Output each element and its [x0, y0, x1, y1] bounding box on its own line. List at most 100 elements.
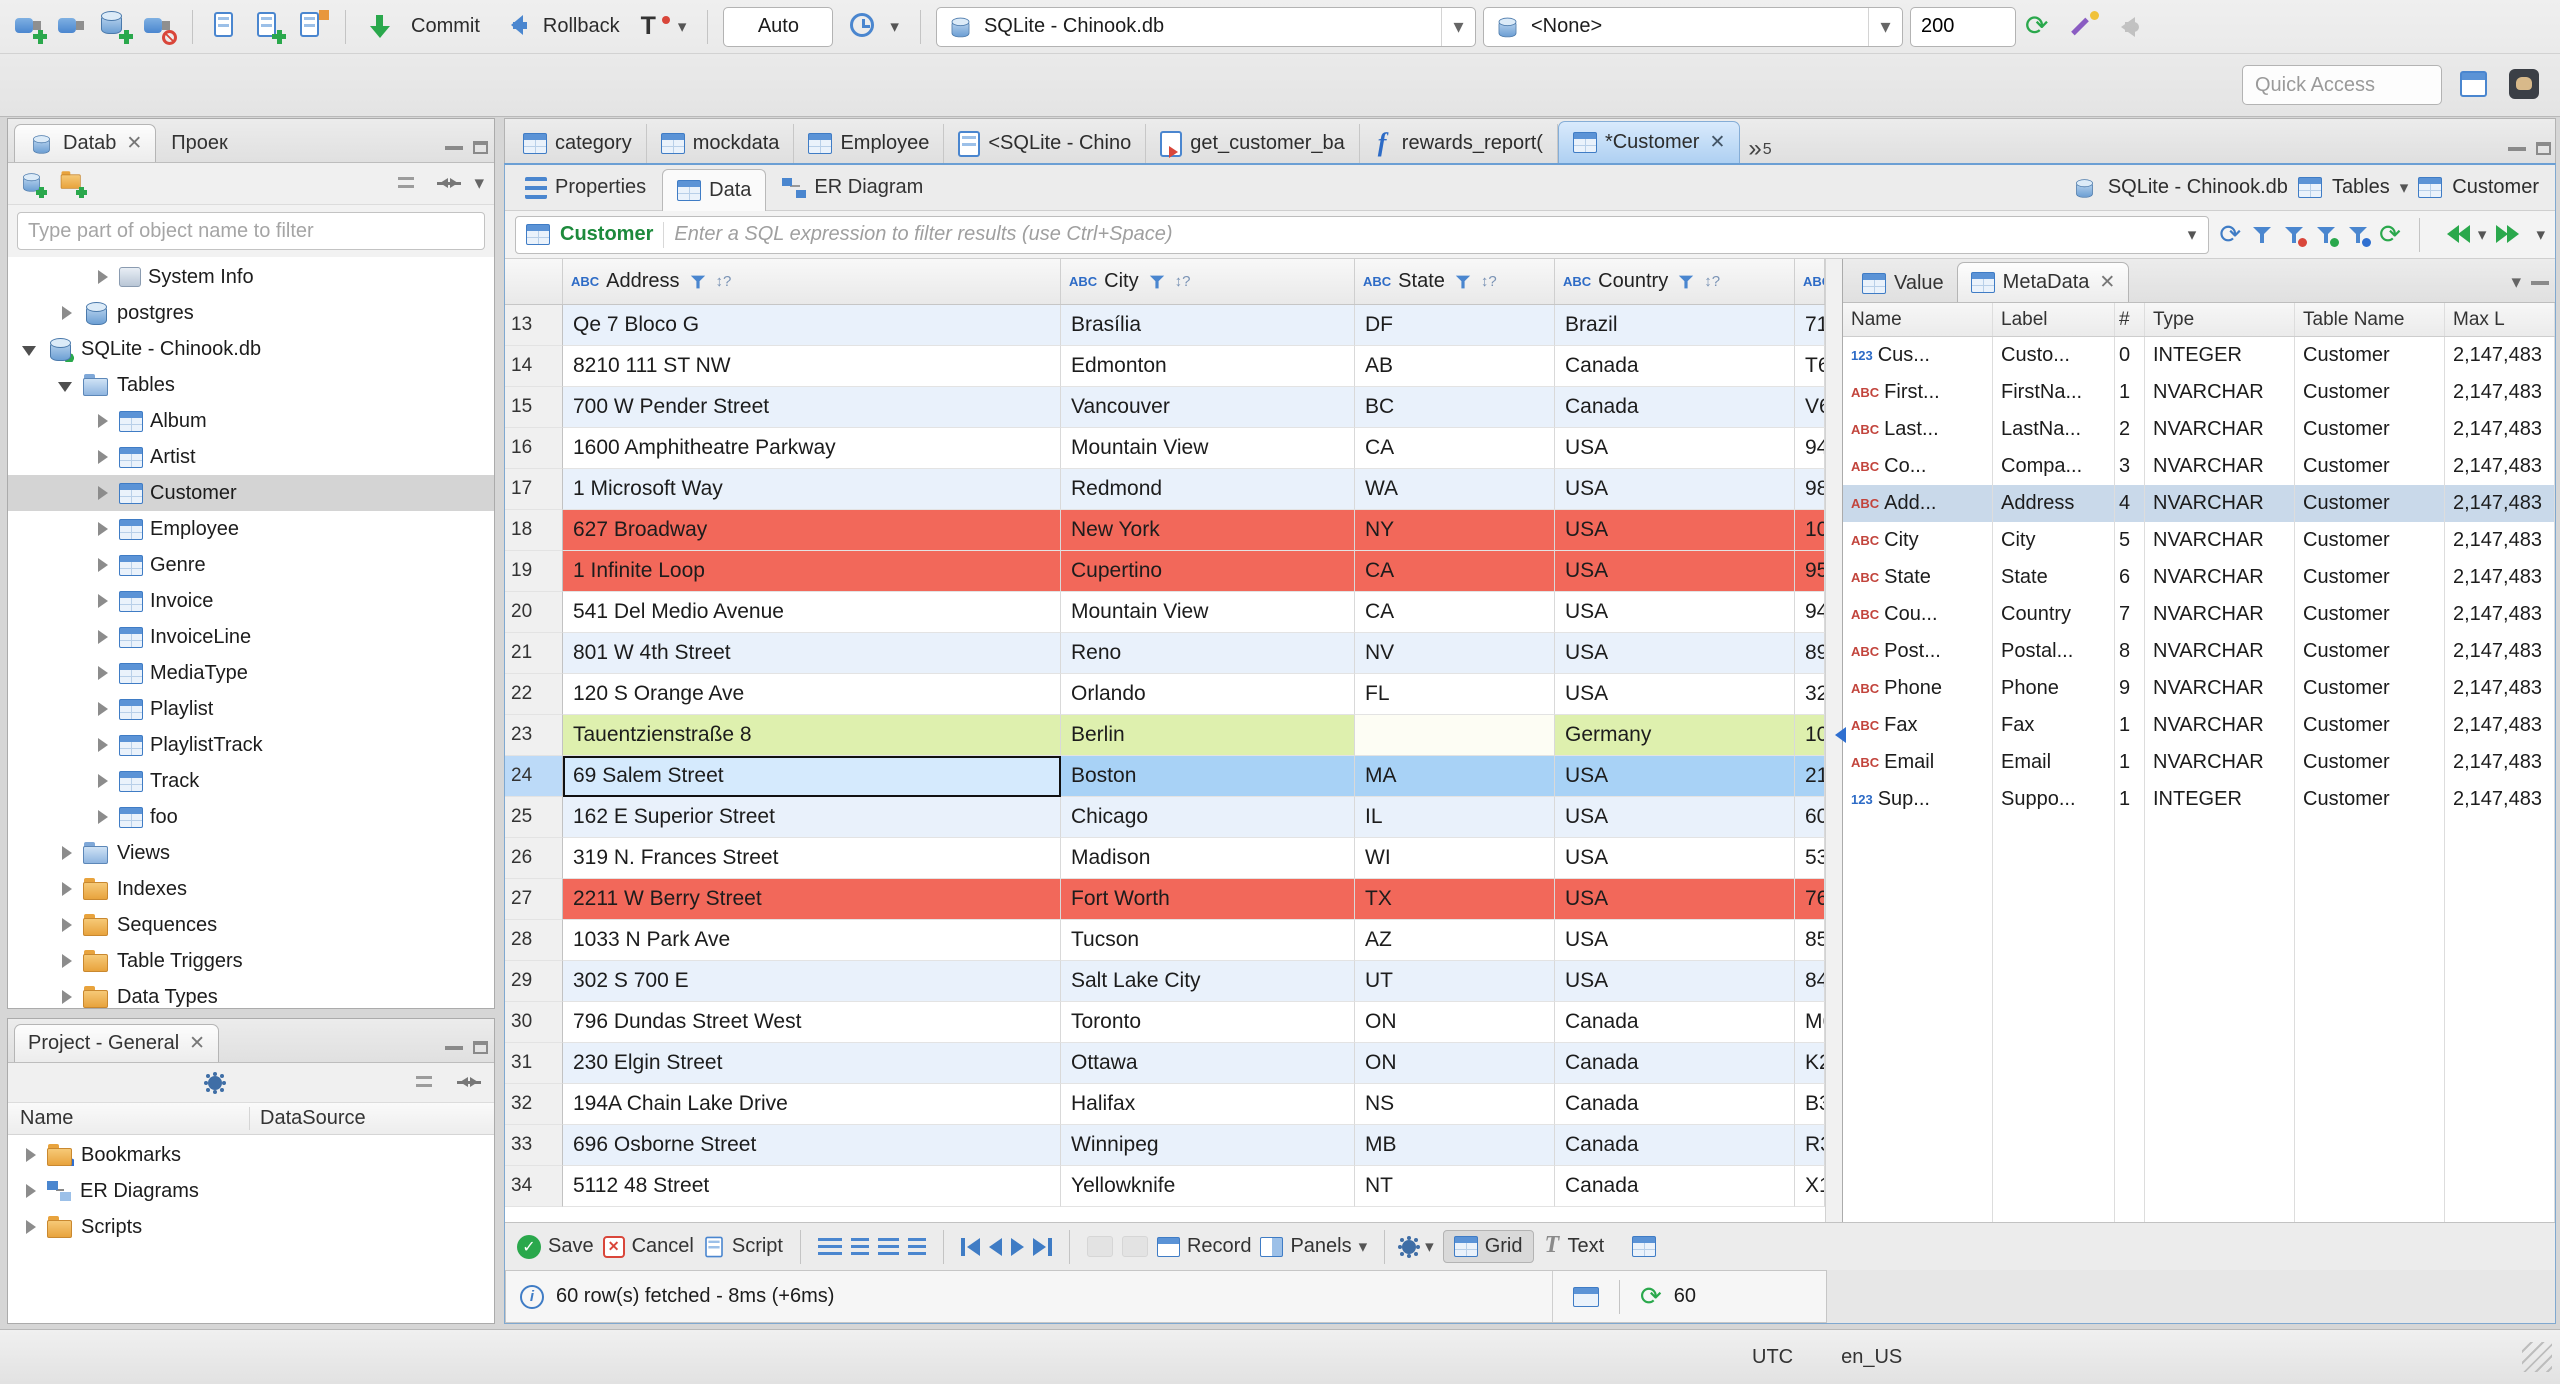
cell-state[interactable]: DF [1355, 305, 1555, 346]
column-header-label[interactable]: Label [1993, 303, 2115, 336]
meta-table-cell[interactable]: Customer [2295, 707, 2445, 744]
tree-item[interactable]: Track [8, 763, 494, 799]
open-perspective-icon[interactable] [2456, 67, 2492, 103]
script-button[interactable]: Script [703, 1234, 783, 1260]
table-row[interactable]: 32 194A Chain Lake Drive Halifax NS Cana… [505, 1084, 1825, 1125]
metadata-row[interactable]: ABC Email Email 1 NVARCHAR Customer 2,14… [1843, 744, 2555, 781]
cell-country[interactable]: USA [1555, 756, 1795, 797]
expander-icon[interactable] [20, 1217, 40, 1237]
cell-state[interactable]: CA [1355, 592, 1555, 633]
save-button[interactable]: ✓ Save [517, 1234, 594, 1259]
table-row[interactable]: 18 627 Broadway New York NY USA 10 [505, 510, 1825, 551]
row-number[interactable]: 14 [505, 346, 563, 387]
row-number[interactable]: 15 [505, 387, 563, 428]
minimize-icon[interactable] [445, 145, 463, 150]
cell-country[interactable]: USA [1555, 592, 1795, 633]
cell-country[interactable]: USA [1555, 633, 1795, 674]
metadata-row[interactable]: ABC Post... Postal... 8 NVARCHAR Custome… [1843, 633, 2555, 670]
meta-max-cell[interactable]: 2,147,483 [2445, 411, 2555, 448]
link-with-editor-icon[interactable] [434, 168, 465, 199]
meta-max-cell[interactable]: 2,147,483 [2445, 522, 2555, 559]
meta-label-cell[interactable]: Postal... [1993, 633, 2115, 670]
delete-row-icon[interactable] [907, 1238, 926, 1255]
editor-tab[interactable]: rewards_report( ✕ [1360, 124, 1558, 163]
settings-gear-icon[interactable] [208, 1075, 222, 1090]
transaction-mode-button[interactable]: T ▾ [633, 12, 693, 41]
expander-icon[interactable] [92, 663, 112, 683]
cell-city[interactable]: Redmond [1061, 469, 1355, 510]
filter-icon[interactable] [1454, 273, 1472, 291]
cell-city[interactable]: Vancouver [1061, 387, 1355, 428]
table-row[interactable]: 23 Tauentzienstraße 8 Berlin Germany 10 [505, 715, 1825, 756]
cell-state[interactable]: CA [1355, 551, 1555, 592]
expander-icon[interactable] [56, 375, 76, 395]
meta-type-cell[interactable]: NVARCHAR [2145, 448, 2295, 485]
cell-country[interactable]: USA [1555, 510, 1795, 551]
metadata-row[interactable]: ABC Co... Compa... 3 NVARCHAR Customer 2… [1843, 448, 2555, 485]
cell-postal[interactable]: R3 [1795, 1125, 1825, 1166]
table-row[interactable]: 27 2211 W Berry Street Fort Worth TX USA… [505, 879, 1825, 920]
collapse-all-icon[interactable] [394, 168, 425, 199]
cell-state[interactable]: FL [1355, 674, 1555, 715]
cell-country[interactable]: USA [1555, 838, 1795, 879]
metadata-row[interactable]: ABC Phone Phone 9 NVARCHAR Customer 2,14… [1843, 670, 2555, 707]
expander-icon[interactable] [92, 411, 112, 431]
cell-postal[interactable]: X1 [1795, 1166, 1825, 1207]
cell-city[interactable]: Reno [1061, 633, 1355, 674]
row-number[interactable]: 28 [505, 920, 563, 961]
cell-address[interactable]: 700 W Pender Street [563, 387, 1061, 428]
meta-type-cell[interactable]: NVARCHAR [2145, 485, 2295, 522]
cell-postal[interactable]: 71 [1795, 305, 1825, 346]
rollback-button[interactable]: Rollback [493, 9, 626, 45]
cell-city[interactable]: Winnipeg [1061, 1125, 1355, 1166]
row-number[interactable]: 27 [505, 879, 563, 920]
connection-select[interactable]: SQLite - Chinook.db ▾ [935, 6, 1476, 47]
cell-state[interactable]: ON [1355, 1043, 1555, 1084]
cell-state[interactable] [1355, 715, 1555, 756]
cell-city[interactable]: Madison [1061, 838, 1355, 879]
meta-ordinal-cell[interactable]: 2 [2115, 411, 2145, 448]
tree-item[interactable]: Tables [8, 367, 494, 403]
refresh-icon[interactable]: ⟳ [2219, 219, 2241, 250]
cell-postal[interactable]: B3 [1795, 1084, 1825, 1125]
meta-ordinal-cell[interactable]: 0 [2115, 337, 2145, 374]
maximize-icon[interactable] [2536, 142, 2551, 155]
tab-data[interactable]: Data [662, 168, 767, 211]
meta-name-cell[interactable]: ABC Email [1843, 744, 1993, 781]
settings-gear-icon[interactable] [1402, 1239, 1417, 1254]
column-header[interactable]: ABC Country ↕? [1555, 259, 1795, 304]
column-header[interactable]: ABC State ↕? [1355, 259, 1555, 304]
view-menu-icon[interactable]: ▾ [2511, 271, 2521, 294]
open-sql-script-icon[interactable] [294, 9, 330, 45]
grid-view-button[interactable]: Grid [1442, 1230, 1534, 1263]
cell-state[interactable]: BC [1355, 387, 1555, 428]
table-row[interactable]: 14 8210 111 ST NW Edmonton AB Canada T6 [505, 346, 1825, 387]
record-button[interactable]: Record [1156, 1235, 1251, 1258]
editor-tab[interactable]: category ✕ [509, 124, 647, 163]
table-row[interactable]: 17 1 Microsoft Way Redmond WA USA 98 [505, 469, 1825, 510]
tab-close-icon[interactable]: ✕ [2097, 271, 2115, 294]
maximize-icon[interactable] [473, 141, 488, 154]
tree-item[interactable]: Customer [8, 475, 494, 511]
cell-state[interactable]: NS [1355, 1084, 1555, 1125]
new-connection-icon[interactable] [18, 169, 48, 199]
cell-address[interactable]: 5112 48 Street [563, 1166, 1061, 1207]
meta-label-cell[interactable]: Suppo... [1993, 781, 2115, 818]
meta-name-cell[interactable]: ABC Cou... [1843, 596, 1993, 633]
cell-city[interactable]: Fort Worth [1061, 879, 1355, 920]
meta-ordinal-cell[interactable]: 7 [2115, 596, 2145, 633]
timezone-label[interactable]: UTC [1752, 1346, 1793, 1369]
cell-city[interactable]: Tucson [1061, 920, 1355, 961]
meta-type-cell[interactable]: NVARCHAR [2145, 596, 2295, 633]
editor-tab[interactable]: Employee ✕ [794, 124, 945, 163]
cell-country[interactable]: Canada [1555, 1043, 1795, 1084]
commit-mode-select[interactable]: Auto [723, 6, 834, 47]
cell-postal[interactable]: 95 [1795, 551, 1825, 592]
row-number[interactable]: 16 [505, 428, 563, 469]
cell-postal[interactable]: 89 [1795, 633, 1825, 674]
tree-item[interactable]: ER Diagrams [8, 1173, 494, 1209]
cell-state[interactable]: WI [1355, 838, 1555, 879]
column-header[interactable]: ABC City ↕? [1061, 259, 1355, 304]
cell-address[interactable]: 230 Elgin Street [563, 1043, 1061, 1084]
save-filter-icon[interactable] [2315, 224, 2340, 247]
